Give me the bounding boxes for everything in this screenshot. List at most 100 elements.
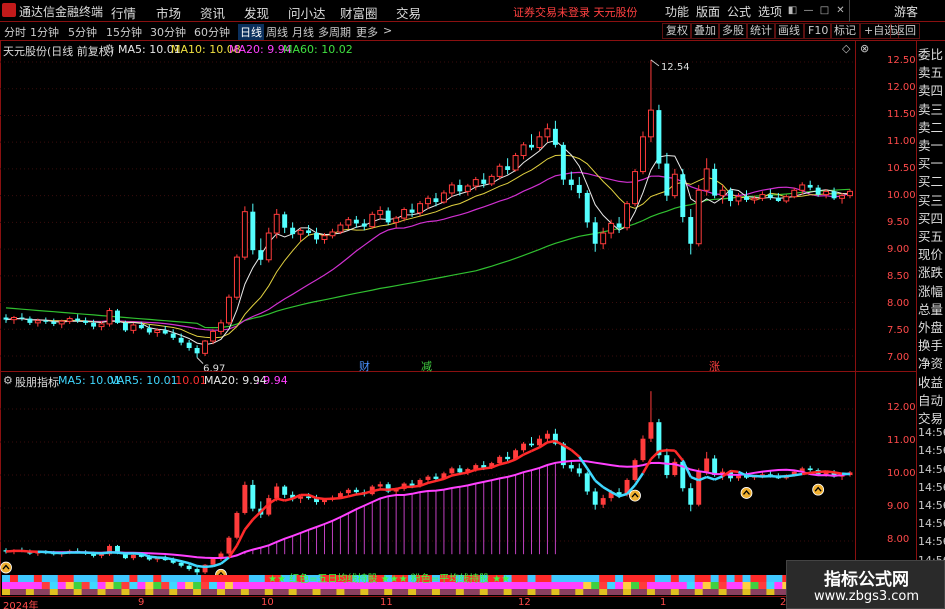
status-strip-top [73,575,83,582]
maximize-icon[interactable]: □ [818,4,831,17]
skin-icon[interactable]: ◧ [786,4,799,17]
user-guest[interactable]: 游客 [894,3,918,20]
status-strip-top [240,575,250,582]
menu-options[interactable]: 选项 [758,3,782,20]
candle-body-down [250,211,256,251]
indicator-ma5-segment [117,551,126,555]
period-15min[interactable]: 15分钟 [106,24,142,40]
candle-body-down [170,333,176,338]
candle-body-up [218,322,224,332]
status-strip-bottom [702,589,712,595]
chevron-right-icon[interactable]: > [383,24,392,37]
period-weekly[interactable]: 周线 [266,24,288,40]
tool-mark[interactable]: 标记 [830,23,860,39]
candle-body-up [472,179,479,187]
indicator-candle-body [210,558,216,565]
status-strip-mid [758,582,767,589]
status-strip-bottom [734,589,744,595]
tool-overlay[interactable]: 叠加 [690,23,720,39]
kline-chart[interactable]: 12.54 6.97 [0,41,855,371]
period-more[interactable]: 更多 [356,24,378,40]
status-strip-bottom [89,589,99,595]
status-strip-top [89,575,99,582]
period-1min[interactable]: 1分钟 [30,24,59,40]
status-strip-bottom [511,589,521,595]
tool-rights-adjust[interactable]: 复权 [662,23,692,39]
status-strip-bottom [654,589,664,595]
candle-body-up [647,109,654,138]
tool-back[interactable]: 返回 [890,23,920,39]
status-strip-mid [662,582,672,589]
indicator-tick: 8.00 [887,534,910,545]
indicator-ma5-segment [276,497,285,502]
status-strip-mid [185,582,194,589]
x-tick: 10 [261,597,274,608]
period-30min[interactable]: 30分钟 [150,24,186,40]
indicator-ma5-segment [570,448,581,458]
status-strip-mid [654,582,664,589]
menu-layout[interactable]: 版面 [696,3,720,20]
status-strip-mid [33,582,43,589]
indicator-ma5-segment [475,467,484,471]
menu-discover[interactable]: 发现 [244,3,269,22]
indicator-ma5-segment [786,474,795,478]
period-intraday[interactable]: 分时 [4,24,26,40]
candle-body-down [664,163,670,196]
menu-trade[interactable]: 交易 [396,3,421,22]
period-5min[interactable]: 5分钟 [68,24,97,40]
status-strip-mid [232,582,242,589]
status-strip-mid [81,582,91,589]
period-multi[interactable]: 多周期 [318,24,351,40]
menu-formula[interactable]: 公式 [727,3,751,20]
high-pointer [650,59,660,67]
menu-news[interactable]: 资讯 [200,3,225,22]
tool-statistics[interactable]: 统计 [746,23,776,39]
status-strip-bottom [447,589,457,595]
candle-body-up [233,256,240,298]
period-monthly[interactable]: 月线 [292,24,314,40]
period-60min[interactable]: 60分钟 [194,24,230,40]
indicator-ma5-segment [641,458,653,474]
indicator-ma5-segment [188,561,198,568]
price-tick: 9.50 [887,217,910,228]
status-strip-bottom [623,589,632,595]
indicator-chart[interactable] [0,372,855,596]
status-strip-top [49,575,59,582]
price-tick: 8.50 [887,271,910,282]
quote-field: 换手 [918,338,944,354]
buy-signal-marker [0,561,12,574]
status-strip-bottom [384,589,393,595]
status-strip-bottom [336,589,345,595]
status-strip-top [646,575,656,582]
menu-ask-xiaoda[interactable]: 问小达 [288,3,326,22]
panel-close-icon[interactable]: ⊗ [860,42,869,55]
menu-market[interactable]: 市场 [156,3,181,22]
login-status-alert[interactable]: 证券交易未登录 天元股份 [513,4,638,20]
indicator-ma5-segment [810,470,819,475]
close-icon[interactable]: ✕ [834,4,847,17]
tool-draw-line[interactable]: 画线 [774,23,804,39]
status-strip-bottom [742,589,751,595]
period-daily[interactable]: 日线 [238,24,264,40]
quote-field: 买四 [918,210,944,226]
status-strip-mid [527,582,536,589]
menu-wealth-circle[interactable]: 财富圈 [340,3,378,22]
status-strip-top [710,575,720,582]
indicator-ma5-segment [165,556,174,561]
tool-f10[interactable]: F10 [804,23,833,39]
minimize-icon[interactable]: — [802,4,815,17]
menu-function[interactable]: 功能 [665,3,689,20]
tool-multi-stock[interactable]: 多股 [718,23,748,39]
status-strip-top [718,575,728,582]
candle-body-up [751,197,758,201]
status-strip-bottom [224,589,234,595]
status-strip-mid [670,582,680,589]
status-strip-bottom [631,589,640,595]
status-strip-bottom [17,589,27,595]
quote-field: 14:56 [918,499,945,512]
candle-body-down [43,320,49,322]
indicator-candle-body [226,537,232,554]
status-strip-top [734,575,744,582]
indicator-ma5-segment [602,486,612,494]
menu-quotes[interactable]: 行情 [111,3,136,22]
